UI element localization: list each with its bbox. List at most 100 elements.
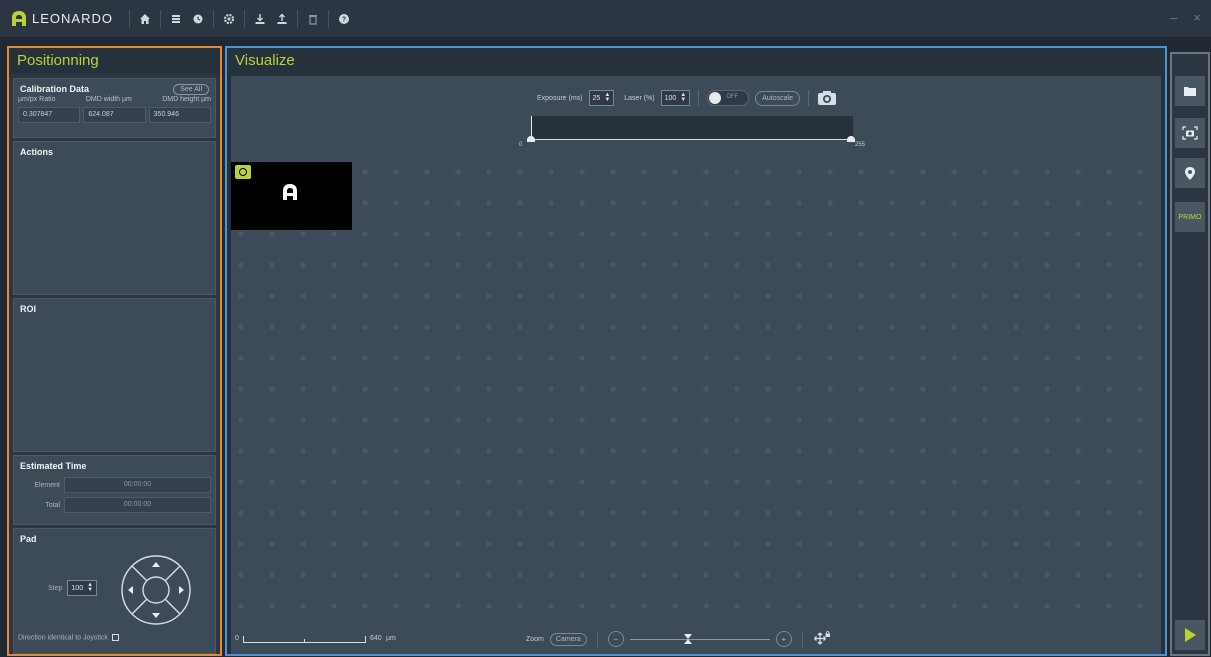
histogram-max-label: 255	[855, 142, 866, 148]
upload-icon[interactable]	[271, 8, 293, 30]
estimated-time-title: Estimated Time	[20, 461, 87, 471]
leonardo-mark-icon	[283, 184, 297, 200]
toolbar: ?	[125, 8, 355, 30]
toolbar-divider	[212, 9, 214, 28]
histogram-min-handle[interactable]	[527, 136, 535, 142]
zoom-slider-handle-icon[interactable]	[683, 633, 692, 644]
joystick-checkbox[interactable]	[111, 634, 119, 641]
toolbar-divider	[296, 9, 298, 28]
dmd-width-value: 624.087	[83, 107, 146, 123]
estimated-time-section: Estimated Time Element 00:00:00 Total 00…	[13, 455, 216, 525]
scale-tick	[365, 636, 366, 643]
pad-section: Pad Step 100 ▲ ▼ Direction identical to J…	[13, 528, 216, 654]
move-locked-icon[interactable]	[813, 631, 831, 647]
divider	[596, 631, 598, 647]
camera-preview[interactable]	[231, 162, 352, 230]
scale-tick	[304, 639, 305, 643]
right-toolbar: PRIMO	[1170, 52, 1210, 656]
camera-icon[interactable]	[235, 165, 251, 179]
histogram-min-label: 0	[519, 142, 523, 148]
positioning-panel: Positionning Calibration Data See All µm…	[7, 46, 222, 656]
location-pin-icon	[1185, 166, 1195, 180]
calibration-values: 0.307847 624.087 350.946	[14, 103, 215, 123]
toolbar-divider	[159, 9, 161, 28]
laser-toggle[interactable]: OFF	[707, 90, 750, 106]
visualization-canvas[interactable]	[231, 162, 1161, 624]
step-spinbox[interactable]: 100 ▲ ▼	[67, 580, 98, 596]
screenshot-icon	[1182, 126, 1198, 140]
dmd-height-header: DMD height µm	[162, 96, 211, 103]
toggle-knob	[709, 92, 722, 104]
app-logo: LEONARDO	[12, 11, 113, 26]
list-icon[interactable]	[165, 8, 187, 30]
zoom-mode-button[interactable]: Camera	[549, 632, 587, 646]
joystick-label: Direction identical to Joystick	[18, 634, 108, 642]
divider	[698, 90, 700, 106]
pad-right-icon	[179, 586, 184, 594]
folder-button[interactable]	[1175, 76, 1205, 106]
close-button[interactable]: ×	[1193, 10, 1201, 25]
autoscale-button[interactable]: Autoscale	[755, 90, 800, 106]
spin-arrows-icon: ▲ ▼	[604, 92, 611, 103]
pad-down-icon	[152, 613, 160, 618]
gear-icon[interactable]	[218, 8, 240, 30]
title-bar: LEONARDO ? – ×	[0, 0, 1211, 37]
calibration-headers: µm/px Ratio DMD width µm DMD height µm	[14, 94, 215, 103]
location-button[interactable]	[1175, 158, 1205, 188]
home-icon[interactable]	[134, 8, 156, 30]
roi-section: ROI	[13, 298, 216, 452]
direction-pad[interactable]	[120, 554, 192, 626]
scale-unit: µm	[386, 635, 396, 642]
window-controls: – ×	[1170, 10, 1201, 25]
zoom-slider[interactable]	[629, 633, 770, 644]
pad-title: Pad	[20, 534, 37, 544]
screenshot-button[interactable]	[1175, 118, 1205, 148]
svg-text:?: ?	[342, 16, 346, 23]
minimize-button[interactable]: –	[1170, 10, 1177, 25]
see-all-button[interactable]: See All	[173, 84, 209, 95]
help-icon[interactable]: ?	[333, 8, 355, 30]
total-time-row: Total 00:00:00	[14, 493, 215, 513]
primo-button[interactable]: PRIMO	[1175, 202, 1205, 232]
zoom-control: Zoom Camera − +	[526, 631, 831, 647]
trash-icon[interactable]	[302, 8, 324, 30]
zoom-out-button[interactable]: −	[607, 631, 624, 647]
spin-arrows-icon: ▲ ▼	[680, 92, 687, 103]
clock-icon[interactable]	[187, 8, 209, 30]
camera-controls-row: Exposure (ms) 25 ▲ ▼ Laser (%) 100 ▲ ▼ OFF…	[537, 90, 837, 106]
laser-spinbox[interactable]: 100 ▲ ▼	[660, 90, 691, 106]
laser-value: 100	[664, 94, 677, 102]
leonardo-logo-icon	[12, 11, 26, 26]
dmd-height-value: 350.946	[148, 107, 211, 123]
divider	[801, 631, 803, 647]
ratio-value: 0.307847	[18, 107, 81, 123]
histogram-area	[531, 116, 853, 140]
joystick-option: Direction identical to Joystick	[18, 634, 119, 641]
step-label: Step	[48, 584, 63, 592]
exposure-value: 25	[592, 94, 601, 102]
app-name: LEONARDO	[32, 11, 113, 26]
divider	[808, 90, 809, 106]
scale-end-label: 640	[370, 635, 382, 642]
total-time-label: Total	[45, 501, 60, 509]
exposure-spinbox[interactable]: 25 ▲ ▼	[588, 90, 615, 106]
scale-start-label: 0	[235, 635, 239, 642]
visualize-title: Visualize	[227, 48, 1165, 74]
primo-label: PRIMO	[1178, 213, 1202, 221]
exposure-label: Exposure (ms)	[537, 94, 583, 102]
toggle-text: OFF	[726, 94, 739, 100]
pad-up-icon	[152, 562, 160, 567]
calibration-section: Calibration Data See All µm/px Ratio DMD…	[13, 78, 216, 138]
toolbar-divider	[128, 9, 130, 28]
element-time-label: Element	[34, 481, 60, 489]
download-icon[interactable]	[249, 8, 271, 30]
visualize-footer: 0 640 µm Zoom Camera − +	[231, 624, 1161, 654]
play-button[interactable]	[1175, 620, 1205, 650]
zoom-in-button[interactable]: +	[775, 631, 792, 647]
camera-controls: Exposure (ms) 25 ▲ ▼ Laser (%) 100 ▲ ▼ OFF…	[231, 76, 1161, 162]
dmd-width-header: DMD width µm	[85, 96, 132, 103]
camera-snapshot-icon[interactable]	[817, 90, 837, 106]
histogram-max-handle[interactable]	[847, 136, 855, 142]
visualize-panel: Visualize Exposure (ms) 25 ▲ ▼ Laser (%) …	[225, 46, 1167, 656]
step-control: Step 100 ▲ ▼	[48, 580, 98, 596]
